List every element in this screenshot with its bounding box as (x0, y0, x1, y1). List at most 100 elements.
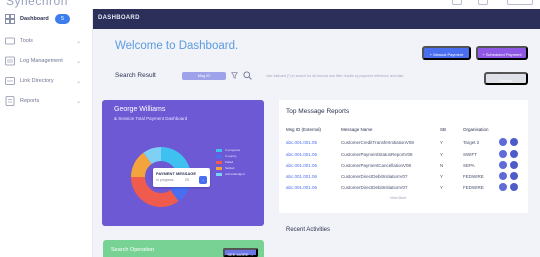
sidebar-item-log-management[interactable]: Log Management ⌄ (0, 51, 93, 71)
summary-card: George Williams & Session Total Payment … (102, 100, 264, 226)
legend-label: Failed (225, 160, 234, 164)
card-subtitle: & Session Total Payment Dashboard (114, 116, 188, 121)
view-icon[interactable] (499, 172, 507, 180)
download-icon[interactable] (510, 183, 518, 191)
chevron-down-icon: ⌄ (76, 38, 82, 45)
msg-id-link[interactable]: abc.001.001.06 (286, 185, 317, 190)
message-name: CustomerPaymentStatusReportV08 (341, 152, 413, 157)
sb-value: N (440, 163, 444, 168)
view-icon[interactable] (499, 161, 507, 169)
sb-value: Y (440, 174, 444, 179)
reports-icon (5, 96, 15, 106)
msg-id-link[interactable]: abc.001.001.05 (286, 140, 317, 145)
welcome-heading: Welcome to Dashboard. (115, 40, 239, 52)
msg-id-link[interactable]: abc.001.001.06 (286, 163, 317, 168)
legend-item: Acknowledged (216, 171, 245, 177)
organisation: FEDWIRE (463, 174, 484, 179)
dashboard-icon (5, 14, 15, 24)
search-icon[interactable] (243, 71, 252, 80)
main-header: DASHBOARD (93, 9, 540, 29)
chevron-down-icon: ⌄ (76, 98, 82, 105)
chevron-down-icon: ⌄ (76, 58, 82, 65)
tools-icon (5, 37, 15, 45)
recent-activities-title: Recent Activities (286, 227, 331, 233)
tooltip-action-button[interactable]: → (199, 176, 207, 184)
reports-title: Top Message Reports (286, 108, 350, 115)
sb-value: Y (440, 152, 444, 157)
search-type-select[interactable]: Msg ID (182, 72, 226, 80)
column-header: Message Name (341, 127, 373, 132)
sidebar-item-label: Tools (20, 38, 33, 44)
sidebar-item-link-directory[interactable]: Link Directory ⌄ (0, 71, 93, 91)
legend-swatch (216, 148, 222, 152)
view-more-link[interactable]: View More (390, 196, 406, 200)
download-icon[interactable] (510, 161, 518, 169)
message-name: CustomerDirectDebitInitiationV07 (341, 174, 408, 179)
sb-value: Y (440, 185, 444, 190)
table-row[interactable]: abc.001.001.06 CustomerPaymentStatusRepor… (279, 150, 528, 163)
help-icon[interactable] (478, 0, 488, 5)
legend-swatch (216, 154, 222, 158)
sidebar-item-reports[interactable]: Reports ⌄ (0, 91, 93, 111)
sidebar: Dashboard 5 Tools ⌄ Log Management ⌄ Lin… (0, 9, 93, 257)
organisation: SWIFT (463, 152, 477, 157)
view-icon[interactable] (499, 150, 507, 158)
column-header: SB (440, 127, 447, 132)
message-name: CustomerDirectDebitInitiationV07 (341, 185, 408, 190)
tooltip-value: 25 (185, 178, 189, 182)
sidebar-item-label: Log Management (20, 58, 63, 64)
brand-logo[interactable]: Synechron (6, 0, 68, 8)
message-name: CustomerPaymentCancellationV08 (341, 163, 412, 168)
search-hint: Use wildcard (*) to search for all recor… (266, 74, 405, 78)
top-bar: Synechron (0, 0, 540, 9)
search-button[interactable]: Search (484, 72, 528, 85)
manual-payment-button[interactable]: + Manual Payment (422, 46, 471, 60)
organisation: SEPA (463, 163, 475, 168)
column-header: Organisation (463, 127, 489, 132)
legend-label: Settled (225, 166, 235, 170)
sidebar-item-label: Dashboard (20, 16, 49, 22)
table-row[interactable]: abc.001.001.06 CustomerPaymentCancellatio… (279, 161, 528, 174)
organisation: FEDWIRE (463, 185, 484, 190)
search-operation-card: Search Operation SEE MORE → (103, 240, 264, 257)
msg-id-link[interactable]: abc.001.001.06 (286, 174, 317, 179)
sidebar-item-label: Reports (20, 98, 40, 104)
download-icon[interactable] (510, 172, 518, 180)
legend-swatch (216, 172, 222, 176)
download-icon[interactable] (510, 150, 518, 158)
legend-label: In progress (225, 148, 241, 152)
search-result-label: Search Result (115, 72, 156, 79)
view-icon[interactable] (499, 183, 507, 191)
chart-legend: In progress In expiry Failed Settled Ack… (216, 147, 245, 177)
download-icon[interactable] (510, 138, 518, 146)
msg-id-link[interactable]: abc.001.001.06 (286, 152, 317, 157)
link-icon (5, 77, 15, 85)
user-menu-icon[interactable] (507, 0, 533, 5)
tooltip-title: PAYMENT MESSAGE (156, 171, 197, 176)
sidebar-item-tools[interactable]: Tools ⌄ (0, 31, 93, 51)
log-icon (5, 56, 15, 66)
sb-value: Y (440, 140, 444, 145)
message-name: CustomerCreditTransferInitiationV08 (341, 140, 414, 145)
legend-label: In expiry (225, 154, 237, 158)
view-icon[interactable] (499, 138, 507, 146)
chevron-down-icon: ⌄ (76, 78, 82, 85)
legend-swatch (216, 160, 222, 164)
organisation: Target 2 (463, 140, 480, 145)
see-more-button[interactable]: SEE MORE → (223, 248, 258, 257)
count-badge: 5 (55, 14, 70, 24)
sidebar-item-dashboard[interactable]: Dashboard 5 (0, 9, 93, 29)
table-row[interactable]: abc.001.001.06 CustomerDirectDebitInitiat… (279, 172, 528, 185)
legend-label: Acknowledged (225, 172, 245, 176)
legend-swatch (216, 166, 222, 170)
notification-icon[interactable] (452, 0, 462, 5)
scheduled-payment-button[interactable]: + Scheduled Payment (476, 46, 528, 60)
filter-icon[interactable] (231, 72, 238, 79)
table-row[interactable]: abc.001.001.05 CustomerCreditTransferInit… (279, 138, 528, 151)
sidebar-item-label: Link Directory (20, 78, 54, 84)
tooltip-subtitle: In progress (156, 178, 174, 182)
chart-tooltip: PAYMENT MESSAGE In progress 25 → (153, 168, 210, 187)
card-title: Search Operation (111, 247, 155, 253)
page-title: DASHBOARD (98, 15, 140, 21)
table-row[interactable]: abc.001.001.06 CustomerDirectDebitInitiat… (279, 183, 528, 196)
